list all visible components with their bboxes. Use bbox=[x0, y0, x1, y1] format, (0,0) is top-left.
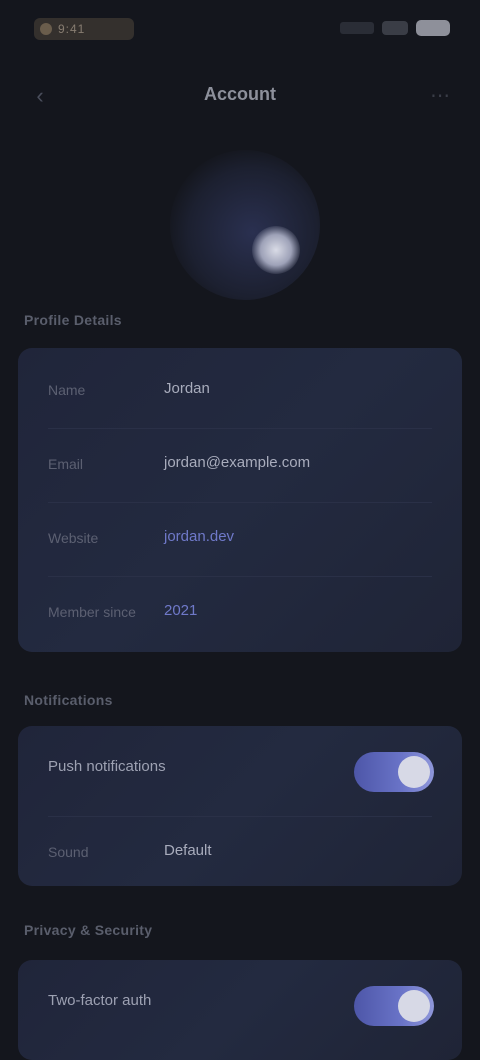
more-button[interactable]: ⋯ bbox=[426, 82, 454, 110]
status-time: 9:41 bbox=[34, 18, 134, 40]
row-key: Email bbox=[48, 456, 84, 472]
sound-value: Default bbox=[164, 842, 212, 859]
privacy-card: Two-factor auth bbox=[18, 960, 462, 1060]
recording-dot-icon bbox=[40, 23, 52, 35]
status-bar: 9:41 bbox=[0, 0, 480, 60]
profile-card: Name Jordan Email jordan@example.com Web… bbox=[18, 348, 462, 652]
notifications-card: Push notifications Sound Default bbox=[18, 726, 462, 886]
profile-row-email[interactable]: Email jordan@example.com bbox=[18, 430, 462, 502]
battery-icon bbox=[416, 20, 450, 36]
row-value: Jordan bbox=[164, 380, 210, 397]
top-nav: ‹ Account ⋯ bbox=[0, 70, 480, 122]
wifi-icon bbox=[382, 21, 408, 35]
divider bbox=[48, 576, 432, 577]
two-factor-label: Two-factor auth bbox=[48, 992, 152, 1009]
sound-label: Sound bbox=[48, 844, 89, 860]
push-notifications-label: Push notifications bbox=[48, 758, 166, 775]
avatar-status-icon bbox=[252, 226, 300, 274]
divider bbox=[48, 428, 432, 429]
row-value: 2021 bbox=[164, 602, 198, 619]
chevron-left-icon: ‹ bbox=[36, 83, 44, 108]
two-factor-row: Two-factor auth bbox=[18, 964, 462, 1048]
row-value: jordan@example.com bbox=[164, 454, 311, 471]
toggle-knob bbox=[398, 756, 430, 788]
push-notifications-row: Push notifications bbox=[18, 730, 462, 814]
back-button[interactable]: ‹ bbox=[26, 82, 54, 110]
status-indicators bbox=[340, 20, 450, 36]
divider bbox=[48, 502, 432, 503]
avatar[interactable] bbox=[170, 150, 320, 300]
page-title: Account bbox=[204, 84, 276, 104]
two-factor-toggle[interactable] bbox=[354, 986, 434, 1026]
profile-row-website[interactable]: Website jordan.dev bbox=[18, 504, 462, 576]
section-label-notifications: Notifications bbox=[24, 692, 113, 708]
signal-icon bbox=[340, 22, 374, 34]
sound-select-row[interactable]: Sound Default bbox=[18, 816, 462, 886]
profile-row-name[interactable]: Name Jordan bbox=[18, 356, 462, 428]
row-value-link[interactable]: jordan.dev bbox=[164, 528, 234, 545]
row-key: Name bbox=[48, 382, 86, 398]
profile-row-member-since[interactable]: Member since 2021 bbox=[18, 578, 462, 650]
toggle-knob bbox=[398, 990, 430, 1022]
row-key: Website bbox=[48, 530, 99, 546]
push-notifications-toggle[interactable] bbox=[354, 752, 434, 792]
section-label-privacy: Privacy & Security bbox=[24, 922, 153, 938]
row-key: Member since bbox=[48, 604, 136, 620]
status-time-label: 9:41 bbox=[58, 22, 86, 36]
more-icon: ⋯ bbox=[430, 85, 450, 107]
section-label-profile: Profile Details bbox=[24, 312, 122, 328]
